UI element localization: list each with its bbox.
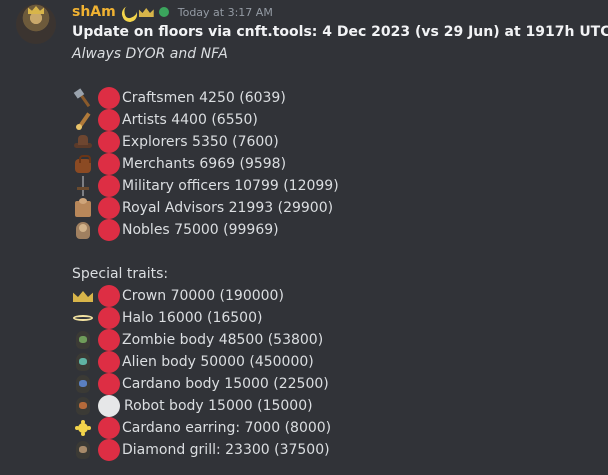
list-item: Zombie body 48500 (53800) [72, 329, 602, 351]
explorer-hat-icon [72, 131, 94, 153]
message-header: shAm Today at 3:17 AM [72, 3, 273, 21]
alien-ape-icon [72, 351, 94, 373]
halo-icon [72, 307, 94, 329]
merchant-bag-icon [72, 153, 94, 175]
red-circle-icon [98, 351, 120, 373]
white-circle-icon [98, 395, 120, 417]
red-circle-icon [98, 109, 120, 131]
crown-icon [72, 285, 94, 307]
robot-ape-icon [72, 395, 94, 417]
role-label: Merchants 6969 (9598) [122, 156, 287, 172]
list-item: Nobles 75000 (99969) [72, 219, 602, 241]
red-circle-icon [98, 87, 120, 109]
axe-icon [72, 87, 94, 109]
cardano-ape-icon [72, 373, 94, 395]
timestamp[interactable]: Today at 3:17 AM [178, 6, 273, 19]
red-circle-icon [98, 417, 120, 439]
trait-label: Alien body 50000 (450000) [122, 354, 314, 370]
role-label: Explorers 5350 (7600) [122, 134, 279, 150]
trait-label: Diamond grill: 23300 (37500) [122, 442, 330, 458]
list-item: Cardano earring: 7000 (8000) [72, 417, 602, 439]
list-item: Crown 70000 (190000) [72, 285, 602, 307]
diamond-grill-ape-icon [72, 439, 94, 461]
message-title: Update on floors via cnft.tools: 4 Dec 2… [72, 24, 608, 40]
role-label: Artists 4400 (6550) [122, 112, 258, 128]
paintbrush-icon [72, 109, 94, 131]
special-traits-label: Special traits: [72, 266, 169, 282]
list-item: Merchants 6969 (9598) [72, 153, 602, 175]
sprout-icon [156, 4, 172, 20]
special-traits-heading: Special traits: [72, 263, 602, 285]
list-item: Explorers 5350 (7600) [72, 131, 602, 153]
red-circle-icon [98, 175, 120, 197]
role-label: Craftsmen 4250 (6039) [122, 90, 286, 106]
red-circle-icon [98, 307, 120, 329]
trait-label: Zombie body 48500 (53800) [122, 332, 324, 348]
red-circle-icon [98, 197, 120, 219]
sun-earring-icon [72, 417, 94, 439]
list-item: Craftsmen 4250 (6039) [72, 87, 602, 109]
crown-icon [138, 4, 154, 20]
list-item: Cardano body 15000 (22500) [72, 373, 602, 395]
sword-icon [72, 175, 94, 197]
noble-icon [72, 219, 94, 241]
message-content: Update on floors via cnft.tools: 4 Dec 2… [72, 21, 608, 461]
red-circle-icon [98, 329, 120, 351]
message-subtitle: Always DYOR and NFA [72, 46, 228, 62]
list-item: Diamond grill: 23300 (37500) [72, 439, 602, 461]
list-item: Royal Advisors 21993 (29900) [72, 197, 602, 219]
red-circle-icon [98, 373, 120, 395]
role-label: Nobles 75000 (99969) [122, 222, 279, 238]
list-item: Robot body 15000 (15000) [72, 395, 602, 417]
advisor-icon [72, 197, 94, 219]
banana-icon [120, 4, 136, 20]
list-item: Artists 4400 (6550) [72, 109, 602, 131]
list-item: Halo 16000 (16500) [72, 307, 602, 329]
role-label: Royal Advisors 21993 (29900) [122, 200, 334, 216]
username[interactable]: shAm [72, 4, 116, 20]
trait-label: Cardano body 15000 (22500) [122, 376, 329, 392]
avatar-crown-icon [28, 6, 44, 14]
zombie-ape-icon [72, 329, 94, 351]
list-item: Military officers 10799 (12099) [72, 175, 602, 197]
red-circle-icon [98, 439, 120, 461]
trait-label: Cardano earring: 7000 (8000) [122, 420, 332, 436]
red-circle-icon [98, 285, 120, 307]
red-circle-icon [98, 131, 120, 153]
chat-message: shAm Today at 3:17 AM Update on floors v… [0, 0, 608, 475]
trait-label: Robot body 15000 (15000) [124, 398, 313, 414]
user-avatar[interactable] [16, 4, 56, 44]
role-label: Military officers 10799 (12099) [122, 178, 339, 194]
trait-label: Halo 16000 (16500) [122, 310, 263, 326]
red-circle-icon [98, 219, 120, 241]
red-circle-icon [98, 153, 120, 175]
trait-label: Crown 70000 (190000) [122, 288, 284, 304]
list-item: Alien body 50000 (450000) [72, 351, 602, 373]
